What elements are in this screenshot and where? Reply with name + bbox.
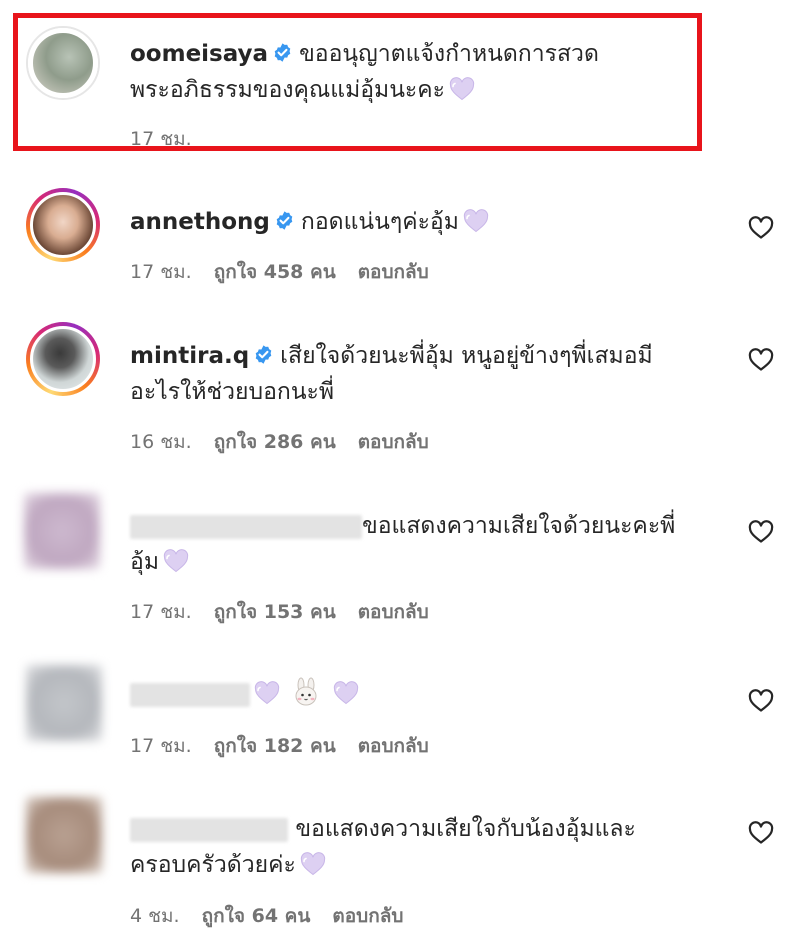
username[interactable]: mintira.q [130, 343, 249, 369]
comment-text: ขออนุญาตแจ้งกำหนดการสวด [299, 41, 599, 67]
comment-body: mintira.q เสียใจด้วยนะพี่อุ้ม หนูอยู่ข้าง… [130, 338, 730, 410]
comment-text: กอดแน่นๆค่ะอุ้ม [300, 209, 459, 235]
comment-body: annethong กอดแน่นๆค่ะอุ้ม [130, 204, 730, 240]
bunny-emoji-icon [295, 677, 317, 706]
avatar[interactable] [26, 322, 100, 396]
light-purple-heart-icon [449, 77, 475, 101]
light-purple-heart-icon [333, 681, 359, 705]
username[interactable]: annethong [130, 209, 270, 235]
avatar[interactable] [26, 797, 102, 873]
avatar[interactable] [26, 665, 102, 741]
reply-button[interactable]: ตอบกลับ [332, 905, 403, 927]
likes-count[interactable]: ถูกใจ 458 คน [214, 261, 336, 283]
username-redacted [130, 514, 362, 539]
heart-icon[interactable] [748, 216, 774, 240]
username-redacted [130, 817, 288, 842]
timestamp: 16 ชม. [130, 431, 192, 453]
reply-button[interactable]: ตอบกลับ [358, 431, 429, 453]
timestamp: 17 ชม. [130, 735, 192, 757]
likes-count[interactable]: ถูกใจ 64 คน [202, 905, 311, 927]
likes-count[interactable]: ถูกใจ 153 คน [214, 601, 336, 623]
timestamp: 4 ชม. [130, 905, 180, 927]
comment-body [130, 676, 730, 712]
comment-meta: 17 ชม. [130, 124, 214, 154]
comment-meta: 17 ชม. ถูกใจ 182 คน ตอบกลับ [130, 731, 451, 761]
avatar[interactable] [24, 493, 100, 569]
heart-icon[interactable] [748, 821, 774, 845]
reply-button[interactable]: ตอบกลับ [358, 735, 429, 757]
heart-icon[interactable] [748, 520, 774, 544]
comment-meta: 17 ชม. ถูกใจ 458 คน ตอบกลับ [130, 257, 451, 287]
verified-badge-icon [272, 42, 293, 63]
avatar[interactable] [26, 26, 100, 100]
username[interactable]: oomeisaya [130, 41, 268, 67]
comment-body: ขอแสดงความเสียใจด้วยนะคะพี่ อุ้ม [130, 508, 730, 580]
comment-text: ขอแสดงความเสียใจกับน้องอุ้มและ [295, 816, 636, 842]
light-purple-heart-icon [254, 681, 280, 705]
comment-text: เสียใจด้วยนะพี่อุ้ม หนูอยู่ข้างๆพี่เสมอม… [280, 343, 653, 369]
avatar[interactable] [26, 188, 100, 262]
comment-meta: 17 ชม. ถูกใจ 153 คน ตอบกลับ [130, 597, 451, 627]
light-purple-heart-icon [163, 549, 189, 573]
comment-body: oomeisaya ขออนุญาตแจ้งกำหนดการสวด พระอภิธ… [130, 36, 730, 108]
comment-meta: 4 ชม. ถูกใจ 64 คน ตอบกลับ [130, 901, 425, 931]
username-redacted [130, 682, 250, 707]
verified-badge-icon [253, 344, 274, 365]
verified-badge-icon [274, 210, 295, 231]
comment-text: พระอภิธรรมของคุณแม่อุ้มนะคะ [130, 77, 446, 103]
comment-meta: 16 ชม. ถูกใจ 286 คน ตอบกลับ [130, 427, 451, 457]
light-purple-heart-icon [300, 852, 326, 876]
comment-text: อะไรให้ช่วยบอกนะพี่ [130, 379, 335, 405]
heart-icon[interactable] [748, 689, 774, 713]
reply-button[interactable]: ตอบกลับ [358, 601, 429, 623]
likes-count[interactable]: ถูกใจ 286 คน [214, 431, 336, 453]
light-purple-heart-icon [463, 209, 489, 233]
heart-icon[interactable] [748, 348, 774, 372]
timestamp: 17 ชม. [130, 261, 192, 283]
comment-text: ครอบครัวด้วยค่ะ [130, 852, 296, 878]
likes-count[interactable]: ถูกใจ 182 คน [214, 735, 336, 757]
reply-button[interactable]: ตอบกลับ [358, 261, 429, 283]
comment-body: ขอแสดงความเสียใจกับน้องอุ้มและ ครอบครัวด… [130, 811, 730, 883]
timestamp: 17 ชม. [130, 128, 192, 150]
comment-text: ขอแสดงความเสียใจด้วยนะคะพี่ [362, 513, 676, 539]
timestamp: 17 ชม. [130, 601, 192, 623]
comment-text: อุ้ม [130, 549, 159, 575]
